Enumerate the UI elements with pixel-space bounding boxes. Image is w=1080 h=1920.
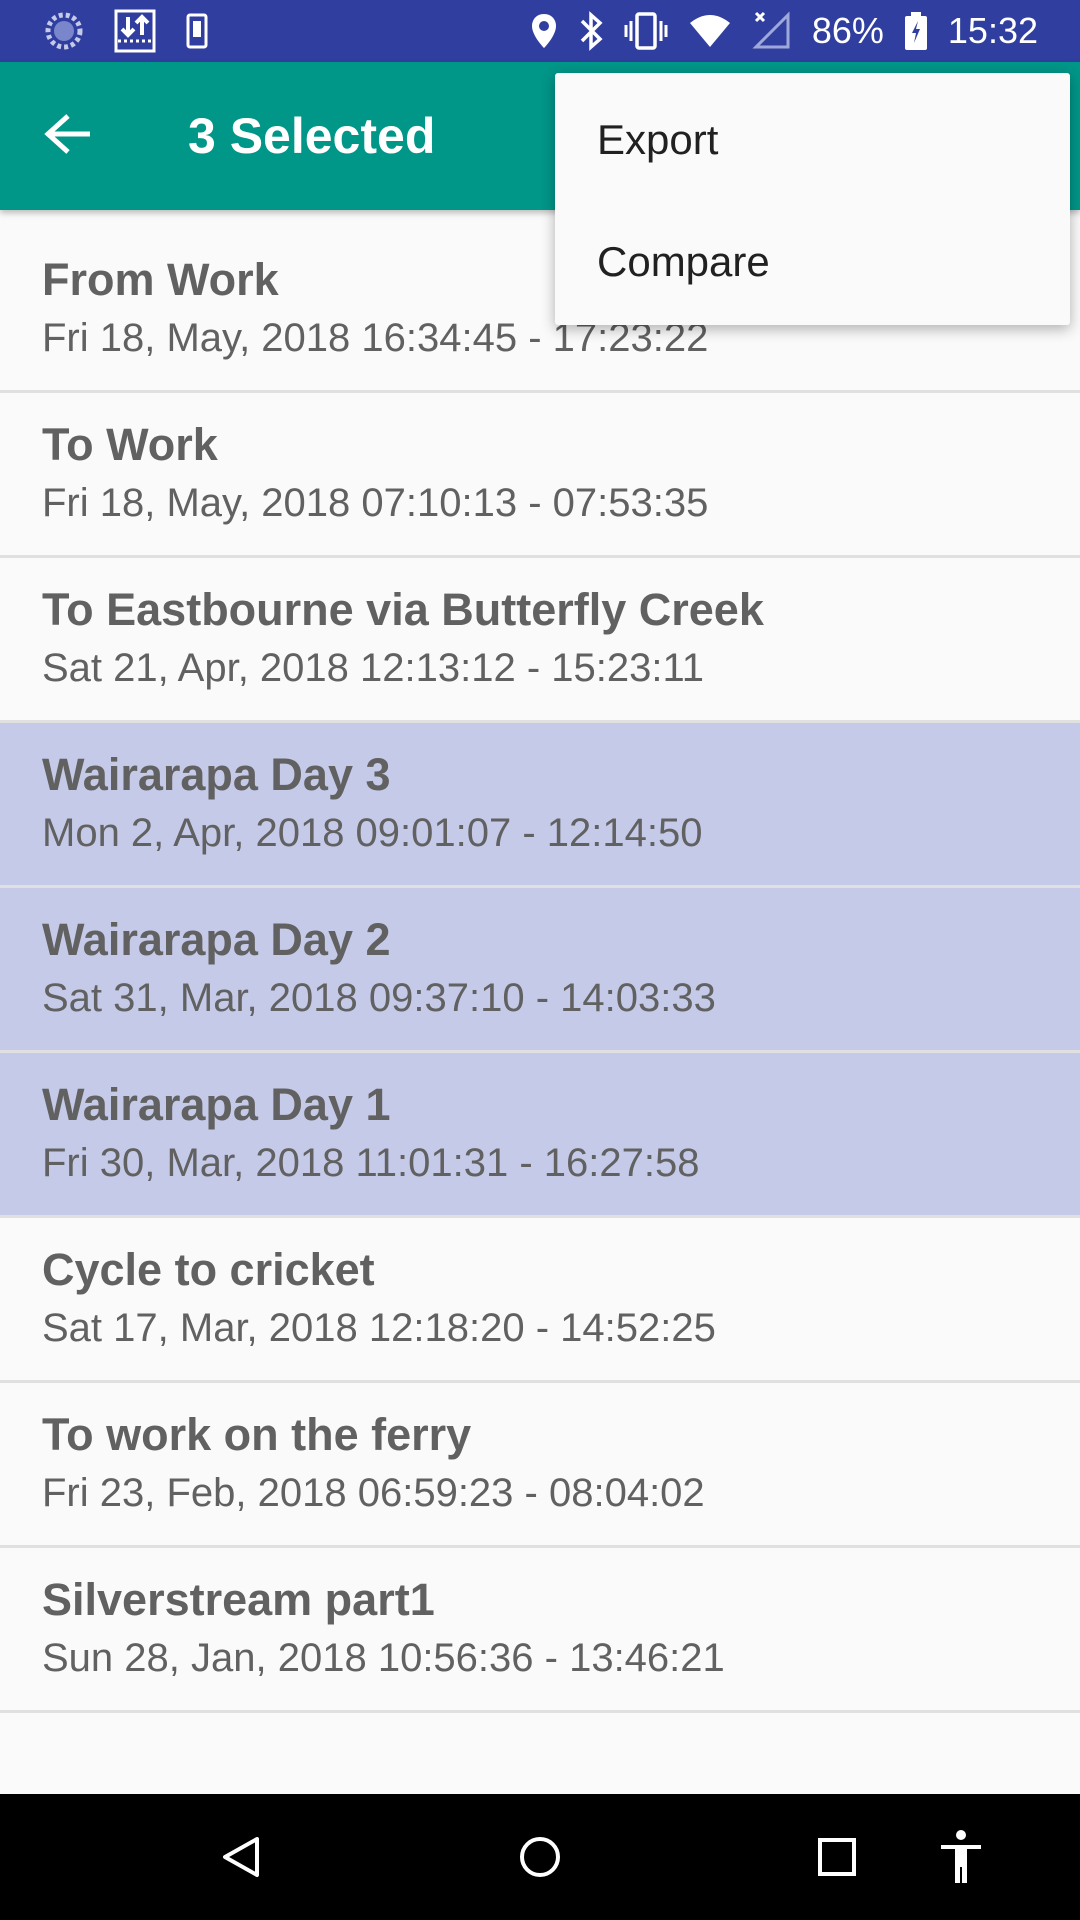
list-item-subtitle: Sun 28, Jan, 2018 10:56:36 - 13:46:21 [42,1636,725,1680]
download-icon [114,9,156,53]
list-item-subtitle: Sat 31, Mar, 2018 09:37:10 - 14:03:33 [42,976,716,1020]
vibrate-icon [624,11,668,51]
location-icon [530,12,558,50]
list-item-subtitle: Mon 2, Apr, 2018 09:01:07 - 12:14:50 [42,811,703,855]
list-item-title: To work on the ferry [42,1409,472,1460]
list-item-title: Wairarapa Day 3 [42,749,391,800]
list-item[interactable]: To Eastbourne via Butterfly Creek Sat 21… [0,558,1080,723]
list-item[interactable]: Silverstream part1 Sun 28, Jan, 2018 10:… [0,1548,1080,1713]
list-item-selected[interactable]: Wairarapa Day 2 Sat 31, Mar, 2018 09:37:… [0,888,1080,1053]
navigation-bar [0,1794,1080,1920]
home-nav-icon[interactable] [505,1822,575,1892]
clock: 15:32 [947,10,1038,51]
list-item-title: To Eastbourne via Butterfly Creek [42,584,764,635]
list-item-subtitle: Sat 21, Apr, 2018 12:13:12 - 15:23:11 [42,646,705,690]
accessibility-icon[interactable] [926,1822,996,1892]
status-bar: 86% 15:32 [0,0,1080,62]
overflow-menu: Export Compare [555,73,1070,325]
back-button[interactable] [18,86,118,186]
list-item-subtitle: Fri 30, Mar, 2018 11:01:31 - 16:27:58 [42,1141,700,1185]
back-nav-icon[interactable] [206,1822,276,1892]
page-title: 3 Selected [188,108,436,164]
loading-icon [44,11,84,51]
list-item-subtitle: Sat 17, Mar, 2018 12:18:20 - 14:52:25 [42,1306,716,1350]
list-item-selected[interactable]: Wairarapa Day 1 Fri 30, Mar, 2018 11:01:… [0,1053,1080,1218]
list-item-title: To Work [42,419,218,470]
list-item-subtitle: Fri 18, May, 2018 07:10:13 - 07:53:35 [42,481,709,525]
list-item-subtitle: Fri 23, Feb, 2018 06:59:23 - 08:04:02 [42,1471,705,1515]
bluetooth-icon [578,11,604,51]
list-item-title: Silverstream part1 [42,1574,435,1625]
list-item-selected[interactable]: Wairarapa Day 3 Mon 2, Apr, 2018 09:01:0… [0,723,1080,888]
sim-icon [186,13,208,49]
trip-list[interactable]: From Work Fri 18, May, 2018 16:34:45 - 1… [0,210,1080,1794]
menu-item-export[interactable]: Export [555,81,1070,199]
wifi-icon [688,13,732,49]
list-item[interactable]: To Work Fri 18, May, 2018 07:10:13 - 07:… [0,393,1080,558]
list-item-title: Wairarapa Day 1 [42,1079,391,1130]
list-item[interactable]: Cycle to cricket Sat 17, Mar, 2018 12:18… [0,1218,1080,1383]
recents-nav-icon[interactable] [802,1822,872,1892]
list-item-partial[interactable] [0,1713,1080,1793]
list-item[interactable]: To work on the ferry Fri 23, Feb, 2018 0… [0,1383,1080,1548]
list-item-title: Cycle to cricket [42,1244,375,1295]
arrow-back-icon [44,112,92,161]
battery-percent: 86% [811,10,884,51]
battery-icon [904,11,928,51]
menu-item-compare[interactable]: Compare [555,199,1070,325]
list-item-title: Wairarapa Day 2 [42,914,391,965]
signal-icon [752,11,792,51]
